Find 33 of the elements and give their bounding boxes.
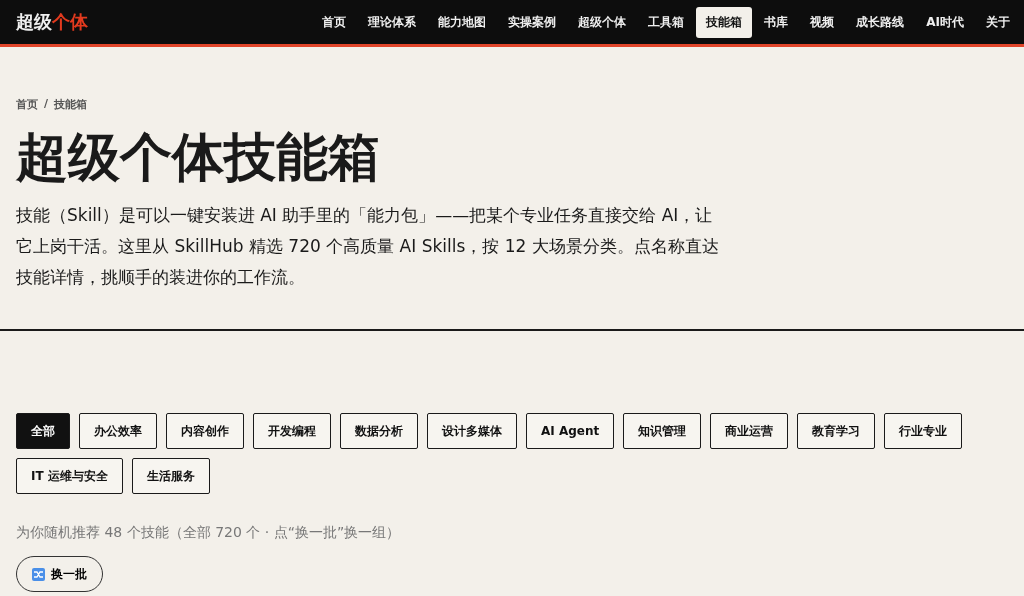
category-filter[interactable]: AI Agent — [526, 413, 615, 449]
nav-link[interactable]: 成长路线 — [846, 6, 915, 38]
nav-link[interactable]: AI时代 — [916, 6, 974, 38]
nav-link[interactable]: 能力地图 — [428, 6, 497, 38]
logo-text[interactable]: 个体 — [52, 10, 88, 34]
category-filter[interactable]: 商业运营 — [710, 413, 789, 449]
nav-link[interactable]: 关于 — [976, 6, 1020, 38]
page-title: 超级个体技能箱 — [16, 125, 381, 189]
category-filter[interactable]: 办公效率 — [79, 413, 157, 449]
category-filter[interactable]: 开发编程 — [253, 413, 331, 449]
category-filter[interactable]: 行业专业 — [884, 413, 963, 449]
intro-paragraph: 技能（Skill）是可以一键安装进 AI 助手里的「能力包」——把某个专业任务直接交给 AI，让它上岗干活。这里从 SkillHub 精选 720 个高质量 AI Skills，按 12 大场景分类。点名称直达技能详情，挑顺手的装进你的工作流。 — [16, 204, 720, 289]
breadcrumb-separator: / — [44, 97, 49, 112]
category-filter[interactable]: 教育学习 — [797, 413, 876, 449]
category-filter[interactable]: 生活服务 — [131, 458, 210, 494]
nav-link[interactable]: 超级个体 — [568, 6, 637, 38]
category-filter[interactable]: 全部 — [16, 413, 70, 449]
category-filter[interactable]: 数据分析 — [340, 413, 418, 449]
nav-link[interactable]: 理论体系 — [358, 6, 427, 38]
category-filter[interactable]: 知识管理 — [623, 413, 702, 449]
nav-link[interactable]: 视频 — [800, 6, 845, 38]
category-filter[interactable]: 设计多媒体 — [427, 413, 517, 449]
shuffle-icon — [32, 567, 45, 581]
nav-link[interactable]: 书库 — [754, 6, 799, 38]
nav-link[interactable]: 技能箱 — [696, 6, 753, 38]
logo-text[interactable]: 超级 — [16, 10, 52, 34]
breadcrumb-link[interactable]: 首页 — [16, 97, 38, 112]
nav-link[interactable]: 首页 — [312, 6, 357, 38]
summary-text: 为你随机推荐 48 个技能（全部 720 个 · 点“换一批”换一组） — [16, 524, 402, 542]
nav-link[interactable]: 工具箱 — [638, 6, 695, 38]
category-filter[interactable]: IT 运维与安全 — [16, 458, 123, 494]
category-filter[interactable]: 内容创作 — [166, 413, 244, 449]
nav-link[interactable]: 实操案例 — [498, 6, 567, 38]
